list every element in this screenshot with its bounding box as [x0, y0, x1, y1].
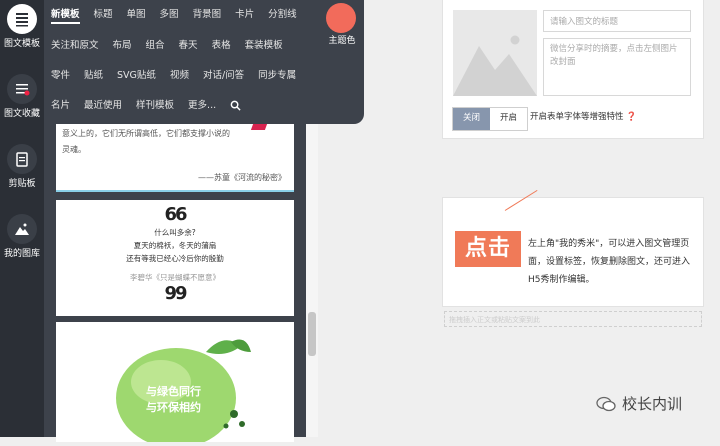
rail-label: 我的图库	[3, 249, 40, 259]
tab-recent[interactable]: 最近使用	[77, 97, 129, 115]
tab-follow-original[interactable]: 关注和原文	[44, 37, 106, 55]
title-input[interactable]: 请输入图文的标题	[543, 10, 691, 32]
template-list-scrollbar[interactable]	[306, 124, 318, 437]
tab-more[interactable]: 更多...	[181, 97, 223, 115]
close-quote-icon: 99	[164, 283, 187, 304]
template-category-menu: 新模板 标题 单图 多图 背景图 卡片 分割线 关注和原文 布局 组合 春天 表…	[44, 0, 364, 124]
template-card[interactable]: 与绿色同行 与环保相约	[56, 322, 294, 446]
rail-label: 剪贴板	[8, 179, 36, 189]
tab-single-image[interactable]: 单图	[120, 6, 153, 24]
card-line: 夏天的棉袄，冬天的蒲扇	[133, 241, 217, 250]
tab-sync-exclusive[interactable]: 同步专属	[251, 67, 303, 85]
summary-textarea[interactable]: 微信分享时的摘要，点击左侧图片改封面	[543, 38, 691, 96]
tab-tables[interactable]: 表格	[205, 37, 238, 55]
template-card[interactable]: 66 什么叫多余? 夏天的棉袄，冬天的蒲扇 还有等我已经心冷后你的殷勤 李碧华《…	[56, 200, 294, 316]
tab-template-sets[interactable]: 套装模板	[238, 37, 290, 55]
menu-row: 新模板 标题 单图 多图 背景图 卡片 分割线	[44, 6, 304, 24]
tab-new-templates[interactable]: 新模板	[44, 6, 87, 24]
menu-row: 关注和原文 布局 组合 春天 表格 套装模板	[44, 37, 290, 55]
cover-image-placeholder[interactable]	[453, 10, 537, 96]
rail-item-templates[interactable]: 图文模板	[0, 4, 44, 49]
card-line: 还有等我已经心冷后你的殷勤	[126, 254, 224, 263]
mountain-icon	[453, 35, 537, 96]
tab-layout[interactable]: 布局	[106, 37, 139, 55]
rail-item-favorites[interactable]: 图文收藏	[0, 74, 44, 119]
menu-row: 名片 最近使用 样刊模板 更多...	[44, 97, 248, 115]
drop-zone[interactable]: 拖拽插入正文或粘贴文案到此	[444, 311, 702, 327]
tab-combination[interactable]: 组合	[139, 37, 172, 55]
watermark-text: 校长内训	[622, 395, 683, 413]
left-rail: 图文模板 图文收藏 剪贴板 我的图库	[0, 0, 44, 437]
card-author: 李碧华《只是蝴蝶不愿意》	[130, 273, 220, 282]
pink-stripe-decoration	[250, 124, 268, 130]
rail-label: 图文收藏	[3, 109, 40, 119]
open-quote-icon: 66	[164, 204, 187, 225]
card-title: 与绿色同行 与环保相约	[146, 385, 201, 414]
tab-dividers[interactable]: 分割线	[261, 6, 304, 24]
mountain-icon	[7, 214, 37, 244]
search-icon[interactable]	[223, 97, 248, 115]
rail-item-gallery[interactable]: 我的图库	[0, 214, 44, 259]
menu-row: 零件 贴纸 SVG贴纸 视频 对话/问答 同步专属	[44, 67, 303, 85]
tab-svg-stickers[interactable]: SVG贴纸	[110, 67, 163, 85]
rail-item-clipboard[interactable]: 剪贴板	[0, 144, 44, 189]
tab-dialog-qa[interactable]: 对话/问答	[196, 67, 251, 85]
toggle-label: 开启表单字体等增强特性 ❓	[530, 112, 637, 122]
theme-color-button[interactable]	[326, 3, 356, 33]
watermark: 校长内训	[596, 393, 682, 414]
tab-spring[interactable]: 春天	[172, 37, 205, 55]
tip-text: 左上角"我的秀米"，可以进入图文管理页面，设置标签，恢复删除图文，还可进入H5秀…	[528, 239, 691, 285]
card-author: ——苏童《河流的秘密》	[198, 173, 286, 182]
scrollbar-thumb[interactable]	[308, 312, 316, 356]
tab-parts[interactable]: 零件	[44, 67, 77, 85]
tab-titles[interactable]: 标题	[87, 6, 120, 24]
tab-background-image[interactable]: 背景图	[186, 6, 229, 24]
card-text: 意义上的，它们无所谓高低，它们都支撑小说的	[62, 129, 230, 138]
tab-stickers[interactable]: 贴纸	[77, 67, 110, 85]
wechat-icon	[596, 396, 616, 411]
toggle-off-button[interactable]: 关闭	[453, 108, 490, 130]
theme-color-label: 主题色	[328, 36, 356, 46]
toggle-on-button[interactable]: 开启	[490, 108, 527, 130]
lines-icon	[7, 4, 37, 34]
enhanced-features-toggle: 关闭 开启	[452, 107, 528, 131]
green-apple-illustration	[116, 339, 251, 446]
clipboard-icon	[7, 144, 37, 174]
card-line: 什么叫多余?	[154, 228, 196, 237]
rail-label: 图文模板	[3, 39, 40, 49]
tab-video[interactable]: 视频	[163, 67, 196, 85]
list-icon	[7, 74, 37, 104]
tab-multi-image[interactable]: 多图	[153, 6, 186, 24]
card-text: 灵魂。	[62, 145, 86, 154]
tab-cards[interactable]: 卡片	[228, 6, 261, 24]
tap-badge: 点击	[455, 231, 521, 267]
tab-sample-templates[interactable]: 样刊模板	[129, 97, 181, 115]
template-card[interactable]: 意义上的，它们无所谓高低，它们都支撑小说的 灵魂。 ——苏童《河流的秘密》	[56, 124, 294, 192]
template-list: 意义上的，它们无所谓高低，它们都支撑小说的 灵魂。 ——苏童《河流的秘密》 66…	[44, 124, 306, 446]
tab-business-card[interactable]: 名片	[44, 97, 77, 115]
